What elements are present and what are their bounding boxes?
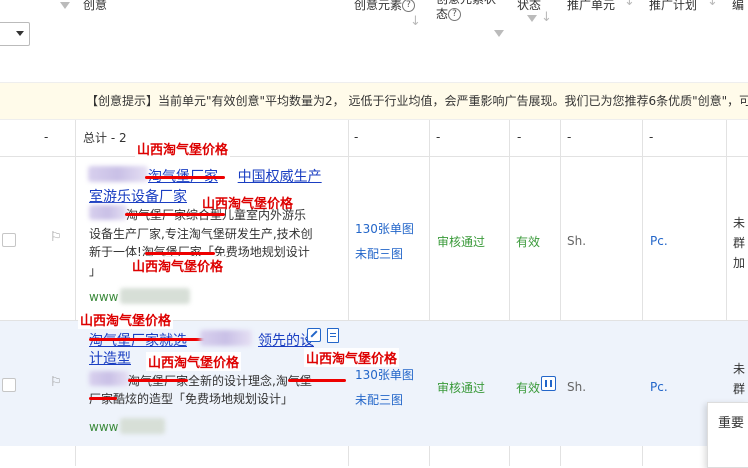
triple-image-status[interactable]: 未配三图 bbox=[355, 245, 403, 262]
watermark-overlay: 山西淘气堡价格 bbox=[130, 256, 226, 275]
display-url: www bbox=[89, 290, 119, 304]
tip-text: 【创意提示】当前单元"有效创意"平均数量为2， 远低于行业均值，会严重影响广告展… bbox=[86, 94, 748, 108]
blurred-url bbox=[120, 288, 190, 304]
total-dash: - bbox=[354, 130, 359, 144]
redaction-scratch bbox=[145, 176, 225, 179]
status-badge: 有效 bbox=[516, 381, 541, 395]
sort-arrow-icon[interactable]: ↓ bbox=[541, 10, 552, 25]
header-more: 编 bbox=[732, 0, 745, 12]
display-url: www bbox=[89, 420, 119, 434]
header-plan: 推广计划 bbox=[649, 0, 698, 12]
important-popup[interactable]: 重要 bbox=[707, 402, 748, 468]
creative-title-line2[interactable]: 室游乐设备厂家 bbox=[89, 186, 187, 206]
filter-icon[interactable] bbox=[60, 2, 70, 9]
creative-title-line2[interactable]: 计造型 bbox=[89, 348, 131, 368]
sort-arrow-icon[interactable]: ↓ bbox=[707, 0, 718, 9]
total-dash: - bbox=[517, 130, 522, 144]
select-all-dropdown[interactable] bbox=[0, 22, 30, 46]
audit-status: 审核通过 bbox=[437, 381, 486, 395]
unit-name[interactable]: Sh. bbox=[567, 380, 586, 394]
unit-name[interactable]: Sh. bbox=[567, 234, 586, 248]
row-checkbox[interactable] bbox=[2, 378, 16, 392]
redaction-scratch bbox=[288, 379, 346, 382]
help-icon[interactable]: ? bbox=[448, 8, 462, 21]
blurred-text bbox=[89, 205, 127, 220]
blurred-text bbox=[89, 371, 129, 386]
blurred-url bbox=[120, 418, 165, 434]
more-col-text: 未 bbox=[733, 362, 746, 376]
desc-line: 厂家酷炫的造型「免费场地规划设计」 bbox=[89, 392, 294, 406]
desc-line: 」 bbox=[89, 264, 102, 278]
filter-icon[interactable] bbox=[494, 30, 504, 37]
single-image-count[interactable]: 130张单图 bbox=[355, 220, 414, 237]
sort-arrow-icon[interactable]: ↓ bbox=[624, 0, 635, 9]
header-elements: 创意元素? bbox=[354, 0, 416, 13]
more-col-text: 加 bbox=[733, 256, 746, 270]
sort-arrow-icon[interactable]: ↓ bbox=[410, 14, 421, 29]
copy-icon[interactable] bbox=[327, 328, 339, 343]
redaction-scratch bbox=[89, 397, 117, 400]
header-unit: 推广单元 bbox=[567, 0, 616, 12]
redaction-scratch bbox=[89, 338, 209, 341]
popup-title: 重要 bbox=[718, 416, 745, 431]
redaction-scratch bbox=[125, 213, 225, 216]
edit-icon[interactable] bbox=[307, 328, 321, 342]
pause-icon[interactable] bbox=[541, 376, 556, 391]
flag-icon[interactable]: ⚐ bbox=[50, 375, 62, 390]
desc-line: 设备生产厂家,专注淘气堡研发生产,技术创 bbox=[89, 227, 313, 241]
header-status: 状态 bbox=[517, 0, 542, 12]
redaction-scratch bbox=[128, 379, 188, 382]
watermark-overlay: 山西淘气堡价格 bbox=[78, 310, 174, 329]
total-dash: - bbox=[436, 130, 441, 144]
row-divider bbox=[0, 156, 748, 157]
table-header: 创意 创意元素? ↓ 创意元素状态? 状态 ↓ 推广单元 ↓ 推广计划 ↓ 编 bbox=[0, 0, 748, 82]
total-label: 总计 - 2 bbox=[83, 131, 127, 145]
more-col-text: 群 bbox=[733, 236, 746, 250]
header-creative: 创意 bbox=[83, 0, 108, 12]
total-dash: - bbox=[649, 130, 654, 144]
more-col-text: 未 bbox=[733, 216, 746, 230]
status-badge: 有效 bbox=[516, 235, 541, 249]
help-icon[interactable]: ? bbox=[402, 0, 416, 12]
redaction-scratch bbox=[145, 252, 215, 255]
triple-image-status[interactable]: 未配三图 bbox=[355, 391, 403, 408]
plan-name[interactable]: Pc. bbox=[650, 380, 668, 394]
watermark-overlay: 山西淘气堡价格 bbox=[304, 348, 400, 367]
total-dash: - bbox=[567, 130, 572, 144]
flag-icon[interactable]: ⚐ bbox=[50, 230, 62, 245]
creative-tip-banner: 【创意提示】当前单元"有效创意"平均数量为2， 远低于行业均值，会严重影响广告展… bbox=[0, 82, 748, 120]
watermark-overlay: 山西淘气堡价格 bbox=[135, 139, 231, 158]
plan-name[interactable]: Pc. bbox=[650, 234, 668, 248]
blurred-text bbox=[88, 166, 148, 182]
audit-status: 审核通过 bbox=[437, 235, 486, 249]
filter-icon[interactable] bbox=[527, 15, 537, 22]
creative-title-suffix[interactable]: 领先的设 bbox=[258, 330, 314, 350]
row-checkbox[interactable] bbox=[2, 233, 16, 247]
watermark-overlay: 山西淘气堡价格 bbox=[146, 352, 242, 371]
header-element-status: 创意元素状态? bbox=[436, 0, 506, 22]
total-dash: - bbox=[44, 130, 49, 144]
chevron-down-icon bbox=[16, 31, 24, 36]
blurred-text bbox=[200, 330, 252, 346]
more-col-text: 群 bbox=[733, 382, 746, 396]
single-image-count[interactable]: 130张单图 bbox=[355, 366, 414, 383]
